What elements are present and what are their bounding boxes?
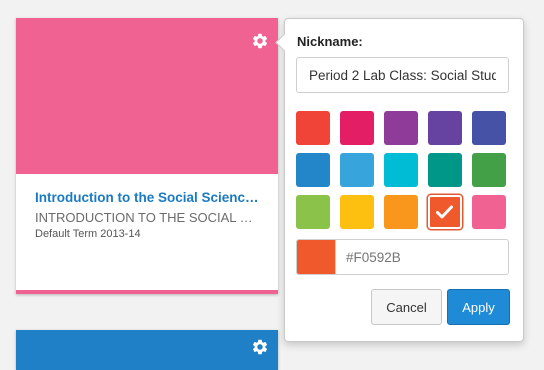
color-swatch[interactable] xyxy=(472,111,506,145)
apply-button[interactable]: Apply xyxy=(447,289,510,325)
color-swatch[interactable] xyxy=(428,153,462,187)
cancel-button[interactable]: Cancel xyxy=(371,289,442,325)
gear-icon[interactable] xyxy=(251,32,269,55)
nickname-label: Nickname: xyxy=(297,34,363,49)
color-swatch[interactable] xyxy=(472,195,506,229)
color-swatch[interactable] xyxy=(384,153,418,187)
course-code: INTRODUCTION TO THE SOCIAL … xyxy=(35,210,253,225)
color-swatch[interactable] xyxy=(340,153,374,187)
color-swatch[interactable] xyxy=(340,111,374,145)
color-swatch[interactable] xyxy=(384,111,418,145)
check-icon xyxy=(436,205,453,219)
color-swatch[interactable] xyxy=(472,153,506,187)
popover-arrow xyxy=(275,33,294,52)
hex-color-field xyxy=(296,239,509,275)
hex-color-input[interactable] xyxy=(335,240,508,274)
course-color-bar xyxy=(16,290,278,294)
course-title-link[interactable]: Introduction to the Social Scienc… xyxy=(35,190,264,205)
color-swatch[interactable] xyxy=(296,153,330,187)
course-card-2[interactable] xyxy=(16,330,278,370)
color-swatch[interactable] xyxy=(428,111,462,145)
nickname-input[interactable] xyxy=(296,57,509,93)
color-swatch[interactable] xyxy=(340,195,374,229)
card-settings-popover: Nickname: Cancel Apply xyxy=(275,18,524,342)
course-term: Default Term 2013-14 xyxy=(35,228,141,240)
hex-color-preview xyxy=(297,240,335,274)
course-card-hero[interactable] xyxy=(16,18,278,174)
color-swatch[interactable] xyxy=(428,195,462,229)
color-swatch[interactable] xyxy=(384,195,418,229)
color-swatch[interactable] xyxy=(296,111,330,145)
course-card[interactable]: Introduction to the Social Scienc… INTRO… xyxy=(16,18,278,294)
color-swatch[interactable] xyxy=(296,195,330,229)
gear-icon[interactable] xyxy=(251,338,269,361)
course-card-body: Introduction to the Social Scienc… INTRO… xyxy=(35,190,264,240)
